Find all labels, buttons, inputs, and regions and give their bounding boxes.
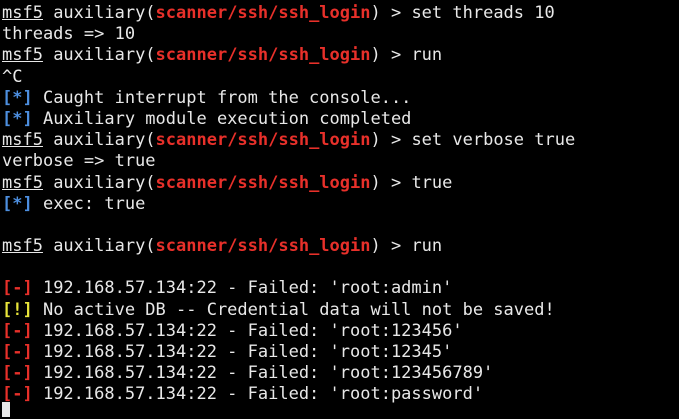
status-line-error: [-] 192.168.57.134:22 - Failed: 'root:pa… <box>2 384 679 405</box>
prompt-line: msf5 auxiliary(scanner/ssh/ssh_login) > … <box>2 3 679 24</box>
status-tag-error: [-] <box>2 363 33 384</box>
prompt-module: scanner/ssh/ssh_login <box>155 130 371 151</box>
output-line: verbose => true <box>2 151 679 172</box>
status-line-error: [-] 192.168.57.134:22 - Failed: 'root:ad… <box>2 278 679 299</box>
prompt-module: scanner/ssh/ssh_login <box>155 3 371 23</box>
command-text: true <box>411 172 453 193</box>
output-line: threads => 10 <box>2 24 679 45</box>
prompt-line: msf5 auxiliary(scanner/ssh/ssh_login) > … <box>2 173 679 194</box>
status-tag-error: [-] <box>2 278 33 299</box>
prompt-context: auxiliary( <box>42 130 156 151</box>
prompt-host: msf5 <box>2 3 43 23</box>
output-line: ^C <box>2 67 679 88</box>
prompt-context: auxiliary( <box>42 236 156 257</box>
status-line-info: [*] exec: true <box>2 194 679 215</box>
status-text: No active DB -- Credential data will not… <box>32 299 555 320</box>
text-cursor <box>2 402 10 417</box>
prompt-context: auxiliary( <box>42 45 156 66</box>
status-text: exec: true <box>32 193 146 214</box>
prompt-context: auxiliary( <box>42 172 156 193</box>
prompt-arrow: ) > <box>370 45 412 66</box>
status-line-info: [*] Caught interrupt from the console... <box>2 88 679 109</box>
command-text: set threads 10 <box>411 3 555 23</box>
status-text: 192.168.57.134:22 - Failed: 'root:123456… <box>32 320 463 341</box>
prompt-line: msf5 auxiliary(scanner/ssh/ssh_login) > … <box>2 236 679 257</box>
status-line-error: [-] 192.168.57.134:22 - Failed: 'root:12… <box>2 363 679 384</box>
terminal-window[interactable]: msf5 auxiliary(scanner/ssh/ssh_login) > … <box>0 0 679 419</box>
status-tag-info: [*] <box>2 193 33 214</box>
status-text: Auxiliary module execution completed <box>32 108 412 129</box>
prompt-host: msf5 <box>2 236 43 257</box>
command-text: set verbose true <box>411 130 576 151</box>
command-text: run <box>411 236 443 257</box>
prompt-module: scanner/ssh/ssh_login <box>155 172 371 193</box>
status-text: 192.168.57.134:22 - Failed: 'root:12345' <box>32 342 453 362</box>
prompt-arrow: ) > <box>370 236 412 257</box>
status-text: 192.168.57.134:22 - Failed: 'root:passwo… <box>32 384 484 405</box>
status-tag-info: [*] <box>2 87 33 108</box>
status-line-error: [-] 192.168.57.134:22 - Failed: 'root:12… <box>2 342 679 363</box>
status-tag-info: [*] <box>2 108 33 129</box>
status-tag-error: [-] <box>2 320 33 341</box>
status-text: 192.168.57.134:22 - Failed: 'root:admin' <box>32 278 453 299</box>
status-text: 192.168.57.134:22 - Failed: 'root:123456… <box>32 363 494 384</box>
prompt-host: msf5 <box>2 45 43 66</box>
output-text: threads => 10 <box>2 24 136 45</box>
prompt-context: auxiliary( <box>42 3 156 23</box>
status-tag-warn: [!] <box>2 299 33 320</box>
prompt-module: scanner/ssh/ssh_login <box>155 236 371 257</box>
prompt-arrow: ) > <box>370 130 412 151</box>
prompt-arrow: ) > <box>370 3 412 23</box>
prompt-line: msf5 auxiliary(scanner/ssh/ssh_login) > … <box>2 45 679 66</box>
output-text: verbose => true <box>2 151 156 172</box>
prompt-line: msf5 auxiliary(scanner/ssh/ssh_login) > … <box>2 130 679 151</box>
status-line-warn: [!] No active DB -- Credential data will… <box>2 300 679 321</box>
status-tag-error: [-] <box>2 342 33 362</box>
status-text: Caught interrupt from the console... <box>32 87 412 108</box>
status-line-info: [*] Auxiliary module execution completed <box>2 109 679 130</box>
status-line-error: [-] 192.168.57.134:22 - Failed: 'root:12… <box>2 321 679 342</box>
output-text: ^C <box>2 66 23 87</box>
prompt-module: scanner/ssh/ssh_login <box>155 45 371 66</box>
prompt-arrow: ) > <box>370 172 412 193</box>
prompt-host: msf5 <box>2 172 43 193</box>
command-text: run <box>411 45 443 66</box>
prompt-host: msf5 <box>2 130 43 151</box>
